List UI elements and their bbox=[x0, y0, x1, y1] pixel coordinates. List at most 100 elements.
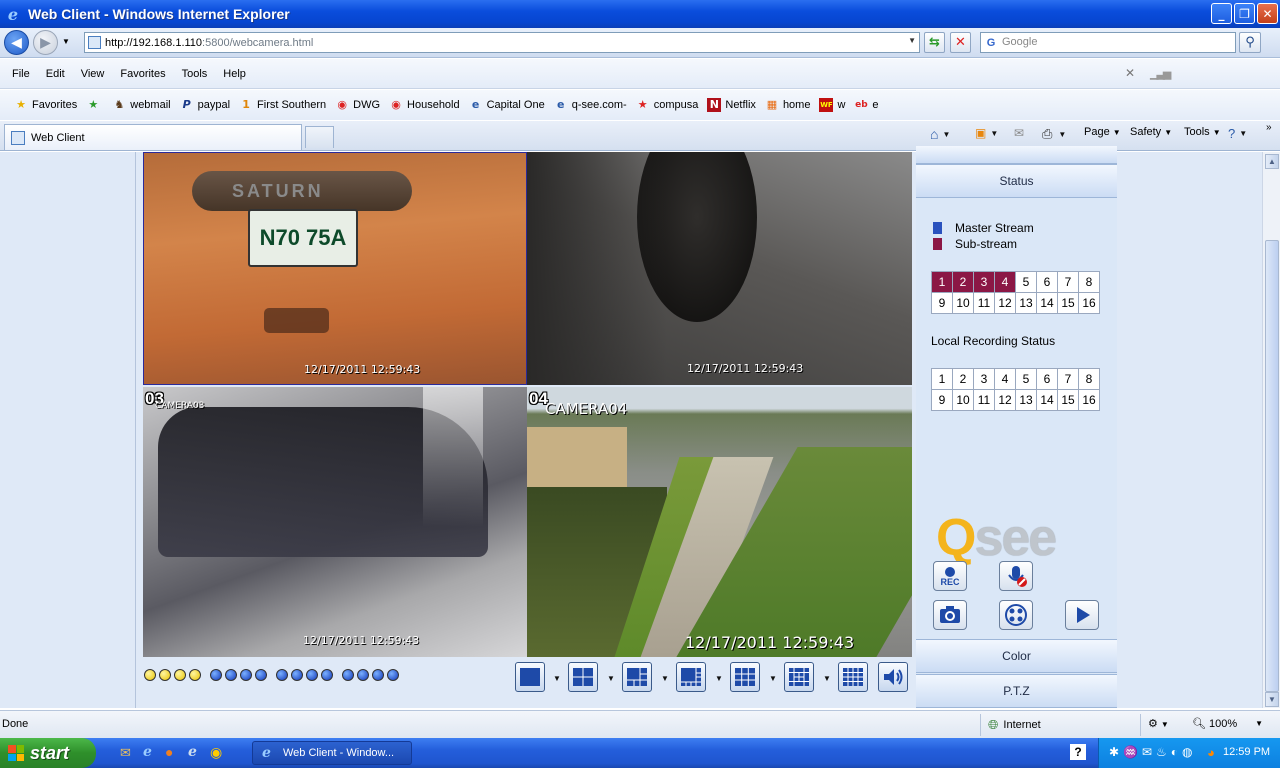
layout-1-button[interactable] bbox=[515, 662, 545, 692]
help-icon[interactable]: ? ▼ bbox=[1228, 126, 1247, 141]
menu-edit[interactable]: Edit bbox=[46, 68, 65, 80]
zoom-control[interactable]: 🔍︎ 100% ▼ bbox=[1192, 717, 1263, 731]
fav-webmail[interactable]: ♞ webmail bbox=[112, 98, 170, 112]
channel-dot[interactable] bbox=[174, 669, 186, 681]
address-bar[interactable]: http://192.168.1.110:5800/webcamera.html… bbox=[84, 32, 920, 53]
menu-file[interactable]: File bbox=[12, 68, 30, 80]
fav-capital-one[interactable]: e Capital One bbox=[469, 98, 545, 112]
quicklaunch-ie-icon[interactable]: e bbox=[143, 744, 152, 760]
search-input[interactable]: G Google bbox=[980, 32, 1236, 53]
channel-dot[interactable] bbox=[210, 669, 222, 681]
feeds-icon[interactable]: ▣ ▼ bbox=[975, 126, 998, 140]
channel-dot[interactable] bbox=[276, 669, 288, 681]
zoom-dropdown-icon[interactable]: ▼ bbox=[1255, 719, 1263, 728]
layout-dropdown-icon[interactable]: ▼ bbox=[553, 674, 561, 683]
fav-household[interactable]: ◉ Household bbox=[389, 98, 459, 112]
fav-netflix[interactable]: N Netflix bbox=[707, 98, 756, 112]
vertical-scrollbar[interactable]: ▲ ▼ bbox=[1262, 152, 1280, 708]
refresh-button[interactable]: ⇆ bbox=[924, 32, 945, 53]
forward-button[interactable]: ▶ bbox=[33, 30, 58, 55]
tools-menu[interactable]: Tools ▼ bbox=[1184, 126, 1221, 138]
fav-w[interactable]: WF w bbox=[819, 98, 845, 112]
status-header[interactable]: Status bbox=[916, 164, 1117, 198]
search-button[interactable]: ⚲ bbox=[1239, 32, 1261, 53]
layout-4-button[interactable] bbox=[568, 662, 598, 692]
record-button[interactable]: REC bbox=[933, 561, 967, 591]
quicklaunch-mail-icon[interactable]: ✉ bbox=[120, 745, 131, 761]
scroll-down-arrow[interactable]: ▼ bbox=[1265, 692, 1279, 707]
menu-help[interactable]: Help bbox=[223, 68, 246, 80]
audio-button[interactable] bbox=[878, 662, 908, 692]
video-record-button[interactable] bbox=[999, 600, 1033, 630]
security-zone[interactable]: 🌐︎ Internet bbox=[988, 717, 1041, 733]
layout-dropdown-icon[interactable]: ▼ bbox=[715, 674, 723, 683]
channel-dot[interactable] bbox=[342, 669, 354, 681]
protected-mode-icon[interactable]: ⚙ ▼ bbox=[1148, 717, 1169, 730]
page-menu[interactable]: Page ▼ bbox=[1084, 126, 1121, 138]
layout-dropdown-icon[interactable]: ▼ bbox=[823, 674, 831, 683]
camera-view-4[interactable]: 04 CAMERA04 12/17/2011 12:59:43 bbox=[527, 387, 912, 657]
menu-favorites[interactable]: Favorites bbox=[120, 68, 165, 80]
channel-dot[interactable] bbox=[372, 669, 384, 681]
channel-dot[interactable] bbox=[240, 669, 252, 681]
fav-qsee[interactable]: e q-see.com- bbox=[554, 98, 627, 112]
recent-pages-dropdown-icon[interactable]: ▼ bbox=[62, 37, 70, 46]
channel-dot[interactable] bbox=[357, 669, 369, 681]
channel-dot[interactable] bbox=[306, 669, 318, 681]
fav-paypal[interactable]: Ppaypal bbox=[180, 98, 230, 112]
menu-view[interactable]: View bbox=[81, 68, 105, 80]
ptz-header[interactable]: P.T.Z bbox=[916, 674, 1117, 708]
fav-e[interactable]: eb e bbox=[854, 98, 878, 112]
help-tray-icon[interactable]: ? bbox=[1070, 744, 1086, 760]
back-button[interactable]: ◀ bbox=[4, 30, 29, 55]
playback-button[interactable] bbox=[1065, 600, 1099, 630]
layout-dropdown-icon[interactable]: ▼ bbox=[607, 674, 615, 683]
tab-web-client[interactable]: Web Client bbox=[4, 124, 302, 150]
safety-menu[interactable]: Safety ▼ bbox=[1130, 126, 1172, 138]
menu-tools[interactable]: Tools bbox=[182, 68, 208, 80]
print-icon[interactable]: ⎙ ▼ bbox=[1042, 126, 1066, 142]
scroll-thumb[interactable] bbox=[1265, 240, 1279, 692]
channel-dot[interactable] bbox=[387, 669, 399, 681]
camera-view-2[interactable]: 12/17/2011 12:59:43 bbox=[527, 152, 912, 385]
close-button[interactable]: ✕ bbox=[1257, 3, 1278, 24]
channel-dot[interactable] bbox=[144, 669, 156, 681]
quicklaunch-ie2-icon[interactable]: e bbox=[188, 744, 197, 760]
close-toolbar-icon[interactable]: ✕ bbox=[1125, 66, 1135, 80]
layout-dropdown-icon[interactable]: ▼ bbox=[661, 674, 669, 683]
taskbar-web-client[interactable]: e Web Client - Window... bbox=[252, 741, 412, 765]
minimize-button[interactable]: _ bbox=[1211, 3, 1232, 24]
talk-button[interactable] bbox=[999, 561, 1033, 591]
tray-icons[interactable]: ✱♒✉♨◐◍ bbox=[1109, 745, 1197, 759]
channel-dot[interactable] bbox=[225, 669, 237, 681]
home-icon[interactable]: ⌂ ▼ bbox=[930, 126, 950, 142]
quicklaunch-media-icon[interactable]: ◉ bbox=[210, 744, 222, 761]
start-button[interactable]: start bbox=[0, 738, 96, 768]
fav-dwg[interactable]: ◉ DWG bbox=[335, 98, 380, 112]
favorites-button[interactable]: ★ Favorites bbox=[14, 98, 77, 112]
new-tab-button[interactable] bbox=[305, 126, 334, 148]
snapshot-button[interactable] bbox=[933, 600, 967, 630]
stop-button[interactable]: ✕ bbox=[950, 32, 971, 53]
address-dropdown-icon[interactable]: ▼ bbox=[908, 36, 916, 45]
channel-dot[interactable] bbox=[189, 669, 201, 681]
fav-first-southern[interactable]: 1 First Southern bbox=[239, 98, 326, 112]
camera-view-1[interactable]: SATURN N70 75A 12/17/2011 12:59:43 bbox=[143, 152, 527, 385]
scroll-up-arrow[interactable]: ▲ bbox=[1265, 154, 1279, 169]
color-header[interactable]: Color bbox=[916, 639, 1117, 673]
layout-13-button[interactable] bbox=[784, 662, 814, 692]
channel-dot[interactable] bbox=[291, 669, 303, 681]
tray-clock-icon[interactable]: ◕ bbox=[1207, 745, 1215, 760]
chevron-right-icon[interactable]: » bbox=[1266, 122, 1272, 133]
channel-dot[interactable] bbox=[255, 669, 267, 681]
layout-16-button[interactable] bbox=[838, 662, 868, 692]
add-favorite-button[interactable]: ★ bbox=[86, 98, 104, 112]
layout-dropdown-icon[interactable]: ▼ bbox=[769, 674, 777, 683]
mail-icon[interactable]: ✉ bbox=[1014, 126, 1024, 140]
layout-9-button[interactable] bbox=[730, 662, 760, 692]
restore-button[interactable]: ❐ bbox=[1234, 3, 1255, 24]
layout-8-button[interactable] bbox=[676, 662, 706, 692]
fav-home[interactable]: ▦ home bbox=[765, 98, 811, 112]
channel-dot[interactable] bbox=[159, 669, 171, 681]
fav-compusa[interactable]: ★ compusa bbox=[636, 98, 699, 112]
